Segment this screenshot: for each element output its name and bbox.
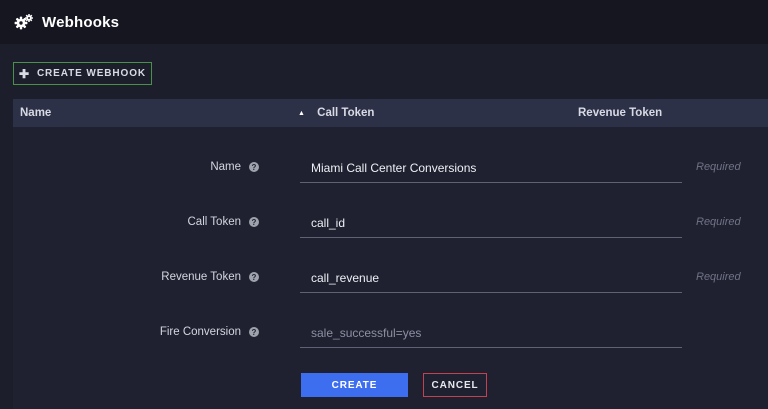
gears-icon xyxy=(14,14,33,30)
table-header: Name ▲ Call Token Revenue Token xyxy=(13,99,768,127)
help-icon[interactable]: ? xyxy=(249,327,259,337)
column-header-name[interactable]: Name xyxy=(20,99,51,127)
revenue-token-input[interactable] xyxy=(300,263,682,293)
fire-conversion-label-group: Fire Conversion ? xyxy=(160,326,259,338)
call-token-input[interactable] xyxy=(300,208,682,238)
column-header-revenue-token-label: Revenue Token xyxy=(578,107,663,119)
app-header: Webhooks xyxy=(0,0,768,44)
name-label-group: Name ? xyxy=(210,161,259,173)
column-header-call-token[interactable]: ▲ Call Token xyxy=(298,99,374,127)
name-label: Name xyxy=(210,161,241,173)
cancel-button[interactable]: CANCEL xyxy=(423,373,487,397)
page-title: Webhooks xyxy=(42,13,120,31)
sort-ascending-icon: ▲ xyxy=(298,110,305,117)
revenue-token-label-group: Revenue Token ? xyxy=(161,271,259,283)
create-button[interactable]: CREATE xyxy=(301,373,408,397)
call-token-label: Call Token xyxy=(187,216,242,228)
name-input[interactable] xyxy=(300,153,682,183)
column-header-revenue-token[interactable]: Revenue Token xyxy=(578,99,662,127)
fire-conversion-label: Fire Conversion xyxy=(159,326,241,338)
create-webhook-label: CREATE WEBHOOK xyxy=(36,68,147,79)
required-hint: Required xyxy=(696,271,741,283)
column-header-call-token-label: Call Token xyxy=(317,107,375,119)
column-header-name-label: Name xyxy=(20,107,52,119)
plus-icon: ✚ xyxy=(18,66,30,81)
create-webhook-button[interactable]: ✚ CREATE WEBHOOK xyxy=(13,62,152,85)
help-icon[interactable]: ? xyxy=(249,217,259,227)
revenue-token-label: Revenue Token xyxy=(161,271,241,283)
fire-conversion-input[interactable] xyxy=(300,318,682,348)
help-icon[interactable]: ? xyxy=(249,272,259,282)
required-hint: Required xyxy=(696,161,741,173)
required-hint: Required xyxy=(696,216,741,228)
help-icon[interactable]: ? xyxy=(249,162,259,172)
webhook-form: Name ? Required Call Token ? Required Re… xyxy=(13,127,768,409)
call-token-label-group: Call Token ? xyxy=(187,216,259,228)
